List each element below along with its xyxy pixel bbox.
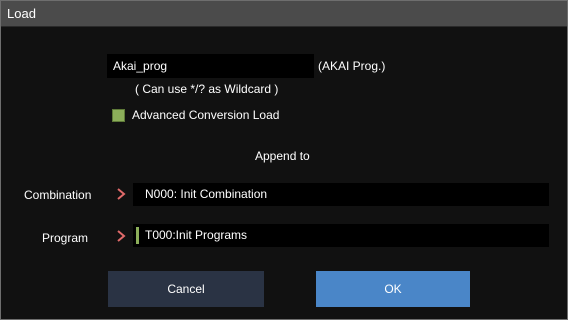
title-bar: Load: [1, 1, 567, 27]
selection-marker: [136, 227, 139, 244]
append-to-label: Append to: [255, 149, 310, 163]
program-field[interactable]: T000:Init Programs: [133, 224, 549, 247]
cancel-button[interactable]: Cancel: [108, 271, 264, 307]
filename-input[interactable]: Akai_prog: [107, 54, 314, 78]
filetype-label: (AKAI Prog.): [318, 59, 386, 73]
advanced-conversion-label[interactable]: Advanced Conversion Load: [132, 108, 279, 122]
combination-label: Combination: [24, 188, 92, 202]
dialog-title: Load: [7, 6, 36, 21]
wildcard-hint: ( Can use */? as Wildcard ): [135, 82, 279, 96]
advanced-conversion-checkbox[interactable]: [112, 109, 125, 122]
combination-field[interactable]: N000: Init Combination: [133, 183, 549, 206]
program-value: T000:Init Programs: [145, 228, 248, 242]
ok-button[interactable]: OK: [316, 271, 470, 307]
chevron-right-icon: [117, 188, 126, 200]
chevron-right-icon: [117, 230, 126, 242]
program-label: Program: [42, 231, 89, 245]
